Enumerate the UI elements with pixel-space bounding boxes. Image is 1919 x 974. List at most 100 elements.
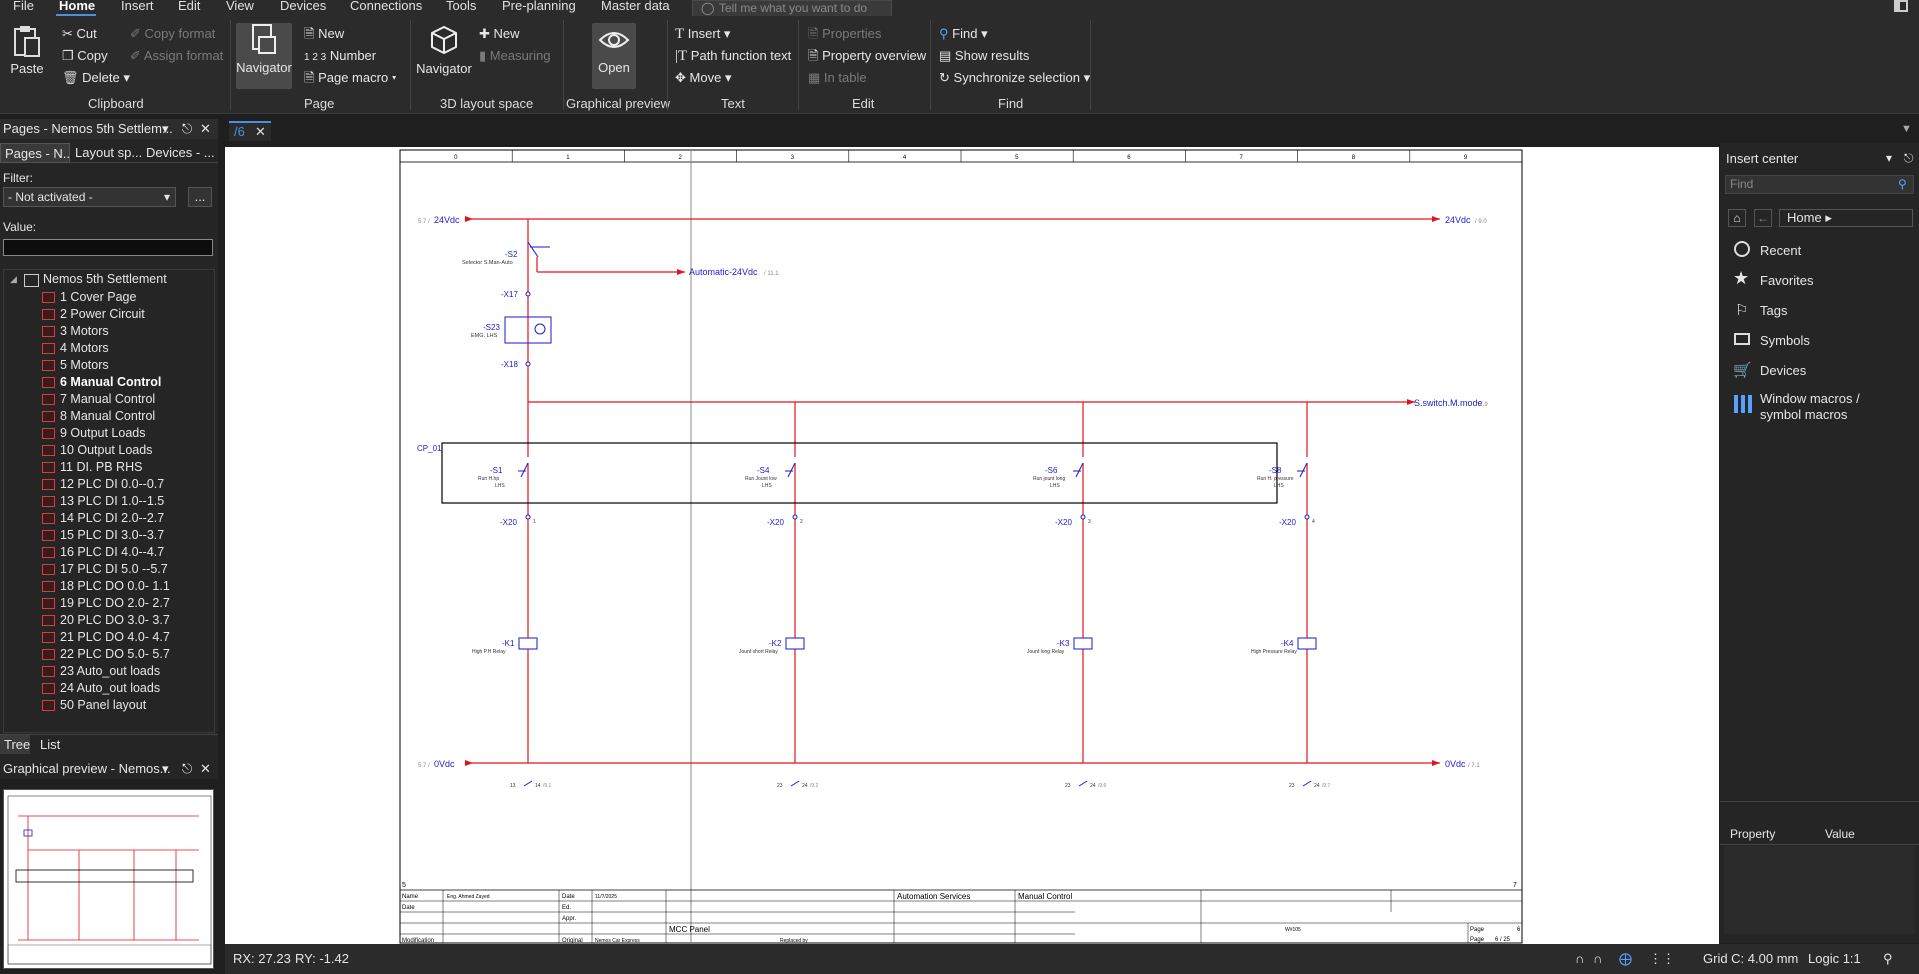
insert-item-favorites[interactable]: Favorites xyxy=(1760,273,1813,289)
page-navigator-button[interactable]: Navigator xyxy=(236,23,292,89)
menu-insert[interactable]: Insert xyxy=(121,0,154,14)
tab-devices[interactable]: Devices - ... xyxy=(146,143,215,163)
paste-button[interactable]: Paste xyxy=(6,24,48,88)
find-button[interactable]: ⚲ Find ▾ xyxy=(939,26,988,42)
path-function-text-button[interactable]: |T Path function text xyxy=(675,48,791,64)
tree-page-item[interactable]: 22 PLC DO 5.0- 5.7 xyxy=(42,646,170,663)
tree-page-item[interactable]: 17 PLC DI 5.0 --5.7 xyxy=(42,561,168,578)
menu-master-data[interactable]: Master data xyxy=(601,0,670,14)
menu-view[interactable]: View xyxy=(226,0,254,14)
properties-button[interactable]: 🗎 Properties xyxy=(808,26,881,42)
delete-button[interactable]: 🗑 Delete ▾ xyxy=(62,70,130,86)
graphical-preview-thumbnail[interactable] xyxy=(3,789,214,969)
tab-layout-space[interactable]: Layout sp... xyxy=(75,143,142,163)
measuring-button[interactable]: ▮ Measuring xyxy=(479,48,550,64)
home-icon[interactable]: ⌂ xyxy=(1728,209,1746,227)
property-overview-button[interactable]: 🗎 Property overview xyxy=(808,48,926,64)
menu-connections[interactable]: Connections xyxy=(350,0,422,14)
pin-icon[interactable]: ⎋ xyxy=(1904,151,1914,166)
menu-pre-planning[interactable]: Pre-planning xyxy=(502,0,576,14)
insert-item-devices[interactable]: Devices xyxy=(1760,363,1806,379)
tree-page-item[interactable]: 3 Motors xyxy=(42,323,109,340)
tree-root[interactable]: Nemos 5th Settlement xyxy=(43,272,167,286)
tree-page-item[interactable]: 18 PLC DO 0.0- 1.1 xyxy=(42,578,170,595)
insert-item-window-macros[interactable]: Window macros / symbol macros xyxy=(1760,391,1860,423)
tree-page-item[interactable]: 50 Panel layout xyxy=(42,697,146,714)
grid-icon[interactable]: ⋮⋮ xyxy=(1649,944,1675,974)
tab-dropdown-icon[interactable]: ▼ xyxy=(1901,123,1912,135)
tree-page-item[interactable]: 2 Power Circuit xyxy=(42,306,145,323)
panel-menu-icon[interactable]: ▾ xyxy=(1886,151,1892,165)
copy-format-button[interactable]: ✐ Copy format xyxy=(130,26,215,42)
tree-page-item[interactable]: 13 PLC DI 1.0--1.5 xyxy=(42,493,164,510)
tell-me-search[interactable]: ◯ Tell me what you want to do xyxy=(692,0,892,17)
expand-icon[interactable]: ◢ xyxy=(10,274,17,285)
tab-list[interactable]: List xyxy=(40,735,60,754)
tree-page-item[interactable]: 4 Motors xyxy=(42,340,109,357)
close-icon[interactable]: ✕ xyxy=(255,123,266,141)
label-24vdc-left: 24Vdc xyxy=(434,215,460,225)
close-icon[interactable]: ✕ xyxy=(200,759,211,779)
tab-tree[interactable]: Tree xyxy=(0,735,30,754)
text-insert-button[interactable]: T Insert ▾ xyxy=(675,26,730,42)
text-move-button[interactable]: ✥ Move ▾ xyxy=(675,70,731,86)
tree-page-item[interactable]: 20 PLC DO 3.0- 3.7 xyxy=(42,612,170,629)
tab-pages[interactable]: Pages - N... xyxy=(0,143,70,163)
tree-page-item[interactable]: 16 PLC DI 4.0--4.7 xyxy=(42,544,164,561)
snap-icon[interactable]: ∩ xyxy=(1575,944,1584,974)
tree-page-item[interactable]: 14 PLC DI 2.0--2.7 xyxy=(42,510,164,527)
tree-page-item[interactable]: 7 Manual Control xyxy=(42,391,155,408)
window-control-icon[interactable] xyxy=(1894,0,1908,12)
synchronize-selection-button[interactable]: ↻ Synchronize selection ▾ xyxy=(939,70,1090,86)
tree-page-item[interactable]: 8 Manual Control xyxy=(42,408,155,425)
menu-devices[interactable]: Devices xyxy=(280,0,326,14)
crosshair-icon[interactable]: ⨁ xyxy=(1619,944,1632,974)
in-table-button[interactable]: ▦ In table xyxy=(808,70,867,86)
tree-page-item[interactable]: 1 Cover Page xyxy=(42,289,136,306)
copy-button[interactable]: ❐ Copy xyxy=(62,48,108,64)
document-tab[interactable]: /6 ✕ xyxy=(229,121,271,141)
panel-menu-icon[interactable]: ▾ xyxy=(162,119,169,139)
insert-item-recent[interactable]: Recent xyxy=(1760,243,1801,259)
cut-button[interactable]: ✂ Cut xyxy=(62,26,97,42)
value-input[interactable] xyxy=(3,239,213,256)
pin-icon[interactable]: ⎋ xyxy=(182,759,192,779)
menu-edit[interactable]: Edit xyxy=(178,0,200,14)
page-number-button[interactable]: 1 2 3 Number xyxy=(304,48,376,66)
search-icon[interactable]: ⚲ xyxy=(1898,176,1907,193)
tree-page-item[interactable]: 24 Auto_out loads xyxy=(42,680,160,697)
tree-page-item[interactable]: 9 Output Loads xyxy=(42,425,145,442)
filter-select[interactable]: - Not activated - ▾ xyxy=(3,187,176,207)
tree-page-item[interactable]: 23 Auto_out loads xyxy=(42,663,160,680)
preview-open-button[interactable]: Open xyxy=(592,23,636,89)
menu-file[interactable]: File xyxy=(13,0,34,14)
filter-more-button[interactable]: ... xyxy=(188,187,212,207)
tree-page-item[interactable]: 19 PLC DO 2.0- 2.7 xyxy=(42,595,170,612)
zoom-icon[interactable]: ⚲ xyxy=(1883,944,1893,974)
assign-format-button[interactable]: ✐ Assign format xyxy=(130,48,223,64)
layout-navigator-button[interactable]: Navigator xyxy=(414,24,474,88)
back-icon[interactable]: ← xyxy=(1754,209,1772,227)
insert-center-search[interactable]: Find ⚲ xyxy=(1725,175,1914,194)
layout-new-button[interactable]: ✚ New xyxy=(479,26,520,42)
menu-home[interactable]: Home xyxy=(59,0,95,14)
panel-menu-icon[interactable]: ▾ xyxy=(162,759,169,779)
insert-item-symbols[interactable]: Symbols xyxy=(1760,333,1810,349)
pin-icon[interactable]: ⎋ xyxy=(182,119,192,139)
tree-page-item[interactable]: 5 Motors xyxy=(42,357,109,374)
page-macro-button[interactable]: 🗎 Page macro ▾ xyxy=(304,70,397,86)
tree-page-item[interactable]: 10 Output Loads xyxy=(42,442,152,459)
tree-page-item[interactable]: 6 Manual Control xyxy=(42,374,161,391)
tree-page-item[interactable]: 12 PLC DI 0.0--0.7 xyxy=(42,476,164,493)
tree-page-item[interactable]: 15 PLC DI 3.0--3.7 xyxy=(42,527,164,544)
insert-item-tags[interactable]: Tags xyxy=(1760,303,1787,319)
menu-tools[interactable]: Tools xyxy=(446,0,476,14)
snap-object-icon[interactable]: ∩ xyxy=(1593,944,1602,974)
insert-center-breadcrumb[interactable]: Home ▸ xyxy=(1779,209,1913,227)
drawing-canvas[interactable]: 0123456789 5.7 / 24Vdc 24Vdc / 9.0 5.7 /… xyxy=(225,147,1719,944)
page-new-button[interactable]: 🗎 New xyxy=(304,26,344,42)
close-icon[interactable]: ✕ xyxy=(200,119,211,139)
show-results-button[interactable]: ▤ Show results xyxy=(939,48,1029,64)
tree-page-item[interactable]: 11 DI. PB RHS xyxy=(42,459,142,476)
tree-page-item[interactable]: 21 PLC DO 4.0- 4.7 xyxy=(42,629,170,646)
